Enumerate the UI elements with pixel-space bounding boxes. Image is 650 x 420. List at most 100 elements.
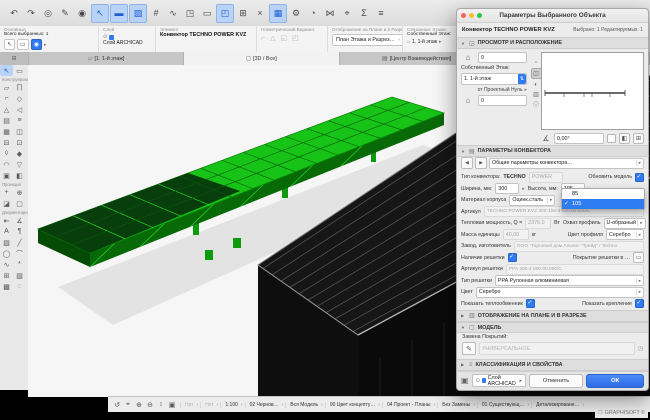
geometry-variant-2-icon[interactable]: △ (270, 34, 275, 42)
home-story-value[interactable]: 1. 1-й этаж (412, 39, 437, 45)
design-tool[interactable]: ◊ (0, 148, 13, 159)
override-select[interactable]: Без Замены (437, 402, 477, 408)
design-tool[interactable]: ▤ (0, 115, 13, 126)
update-model-checkbox[interactable] (635, 173, 644, 182)
scale-select[interactable]: 1:100 (220, 402, 244, 408)
story-stepper-icon[interactable]: ⇅ (518, 74, 526, 84)
zoom-out-icon[interactable]: ⊖ (145, 401, 155, 409)
pick-up-parameters-icon[interactable]: ✎ (57, 5, 73, 22)
arrow-tool-icon[interactable]: ↖ (91, 4, 109, 23)
document-tool[interactable]: ⇤ (0, 215, 13, 226)
ok-button[interactable]: ОК (586, 374, 644, 388)
gravity-icon[interactable]: ◰ (216, 4, 234, 23)
snap-guides-icon[interactable]: ▭ (199, 5, 215, 22)
options-icon[interactable]: ⚙ (288, 5, 304, 22)
snap-points-icon[interactable]: ◳ (182, 5, 198, 22)
project-plans-select[interactable]: 04 Проект - Планы (382, 402, 437, 408)
undo-icon[interactable]: ↶ (6, 5, 22, 22)
coating-pick-icon[interactable]: ◳ (638, 346, 643, 352)
model-filter-select[interactable]: Вся Модель (285, 402, 325, 408)
fit-in-window-icon[interactable]: ⋈ (322, 5, 338, 22)
suspend-groups-icon[interactable]: × (252, 5, 268, 22)
mirror-b-button[interactable]: ⊞ (633, 133, 644, 144)
design-tool[interactable]: ◁ (13, 104, 26, 115)
parameter-page-select[interactable]: Общие параметры конвектора… (489, 158, 644, 169)
document-tool[interactable]: ▧ (13, 270, 26, 281)
width-options-icon[interactable]: ▸ (522, 186, 525, 192)
design-tool[interactable]: ⊟ (0, 137, 13, 148)
autosave-icon[interactable]: ◔ (305, 5, 321, 22)
document-tool[interactable]: ⊞ (0, 270, 13, 281)
document-tool[interactable]: * (13, 259, 26, 270)
tab-3d-all[interactable]: ◻[3D / Все] (184, 52, 339, 65)
object-preview-pane[interactable] (541, 52, 644, 130)
rotation-angle-field[interactable]: 0,00° (554, 133, 604, 144)
design-tool[interactable]: ◧ (13, 170, 26, 181)
layer-name[interactable]: Слой ARCHICAD (103, 40, 151, 46)
design-tool[interactable]: ▽ (13, 159, 26, 170)
cancel-button[interactable]: Отменить (529, 374, 583, 388)
width-field[interactable]: 300 (495, 183, 519, 194)
preview-3d-icon[interactable]: ◐ (532, 80, 541, 89)
design-tool[interactable]: ⌐ (0, 93, 13, 104)
preview-elevation-icon[interactable]: ◫ (531, 68, 542, 79)
show-mount-checkbox[interactable] (635, 299, 644, 308)
geometry-variant-4-icon[interactable]: ◰ (292, 34, 299, 42)
preview-section-icon[interactable]: ▥ (532, 90, 541, 99)
mirror-checkbox[interactable] (607, 134, 616, 143)
design-tool[interactable]: ◆ (13, 148, 26, 159)
quick-layers-icon[interactable]: ≡ (373, 5, 389, 22)
document-tool[interactable]: ∿ (0, 259, 13, 270)
explore-icon[interactable]: ⌖ (123, 401, 133, 409)
transfer-settings-icon[interactable]: ◎ (40, 5, 56, 22)
detail-level-select[interactable]: Детализированн… (531, 402, 586, 408)
marquee-tool[interactable]: ▭ (13, 65, 26, 76)
element-name[interactable]: Конвектор TECHNO POWER KVZ (160, 32, 252, 38)
design-tool[interactable]: ⊡ (13, 137, 26, 148)
design-tool[interactable]: ◇ (13, 93, 26, 104)
grid-display-icon[interactable]: ⊞ (235, 5, 251, 22)
layer-select[interactable]: 90 Цвет концепту… (325, 402, 382, 408)
tab-navigator-button[interactable]: ⊞ (0, 52, 29, 65)
document-tool[interactable]: ◌ (13, 281, 26, 292)
document-tool[interactable]: ▩ (0, 281, 13, 292)
redo-icon[interactable]: ↷ (23, 5, 39, 22)
view-tool[interactable]: ⊕ (13, 187, 26, 198)
layer-select[interactable]: ⊙ Слой ARCHICAD (472, 374, 526, 387)
section-model[interactable]: ▼ ▢ МОДЕЛЬ (457, 322, 648, 334)
previous-page-button[interactable]: ◀ (461, 157, 473, 169)
color-select[interactable]: Серебро (476, 287, 644, 298)
pan-icon[interactable]: ↕ (156, 401, 166, 409)
home-story-select[interactable]: 1. 1-й этаж ⇅ (461, 73, 527, 85)
layer-combination-select[interactable]: Нет (180, 402, 200, 408)
grille-checkbox[interactable] (508, 253, 517, 262)
document-tool[interactable]: ╱ (13, 237, 26, 248)
document-tool[interactable]: A (0, 226, 13, 237)
section-convector-parameters[interactable]: ▼ ▤ ПАРАМЕТРЫ КОНВЕКТОРА (457, 145, 648, 157)
view-tool[interactable]: + (0, 187, 13, 198)
dialog-titlebar[interactable]: Параметры Выбранного Объекта (457, 9, 648, 23)
renovation-filter-select[interactable]: 01 Существующ… (477, 402, 531, 408)
next-page-button[interactable]: ▶ (475, 157, 487, 169)
design-tool[interactable]: ▣ (0, 170, 13, 181)
section-preview-position[interactable]: ▼ ◲ ПРОСМОТР И РАСПОЛОЖЕНИЕ (457, 37, 648, 49)
grille-type-select[interactable]: РРА Рулонная алюминиевая (495, 275, 644, 286)
orbit-icon[interactable]: ↺ (112, 401, 122, 409)
grille-coating-button[interactable]: ▭ (633, 252, 644, 263)
preview-info-icon[interactable]: ⓘ (532, 100, 541, 109)
height-option-85[interactable]: 85 (562, 189, 644, 199)
reference-level-select[interactable]: от Проектный Нуль ▸ (461, 87, 527, 93)
fit-view-icon[interactable]: ▣ (167, 401, 177, 409)
document-tool[interactable]: ▨ (0, 237, 13, 248)
design-tool[interactable]: ≡ (13, 115, 26, 126)
document-tool[interactable]: ∡ (13, 215, 26, 226)
plan-display-select[interactable]: План Этажа и Разрез… (332, 34, 403, 46)
coating-paint-button[interactable]: ✎ (462, 342, 476, 355)
zoom-in-icon[interactable]: ⊕ (134, 401, 144, 409)
view-tool[interactable]: ▢ (13, 198, 26, 209)
design-tool[interactable]: ◠ (0, 159, 13, 170)
profile-select[interactable]: U-образный (604, 218, 646, 229)
sum-icon[interactable]: Σ (356, 5, 372, 22)
top-offset-field[interactable]: 0 (478, 52, 527, 63)
tab-floor-plan[interactable]: ▱[1. 1-й этаж] (29, 52, 184, 65)
